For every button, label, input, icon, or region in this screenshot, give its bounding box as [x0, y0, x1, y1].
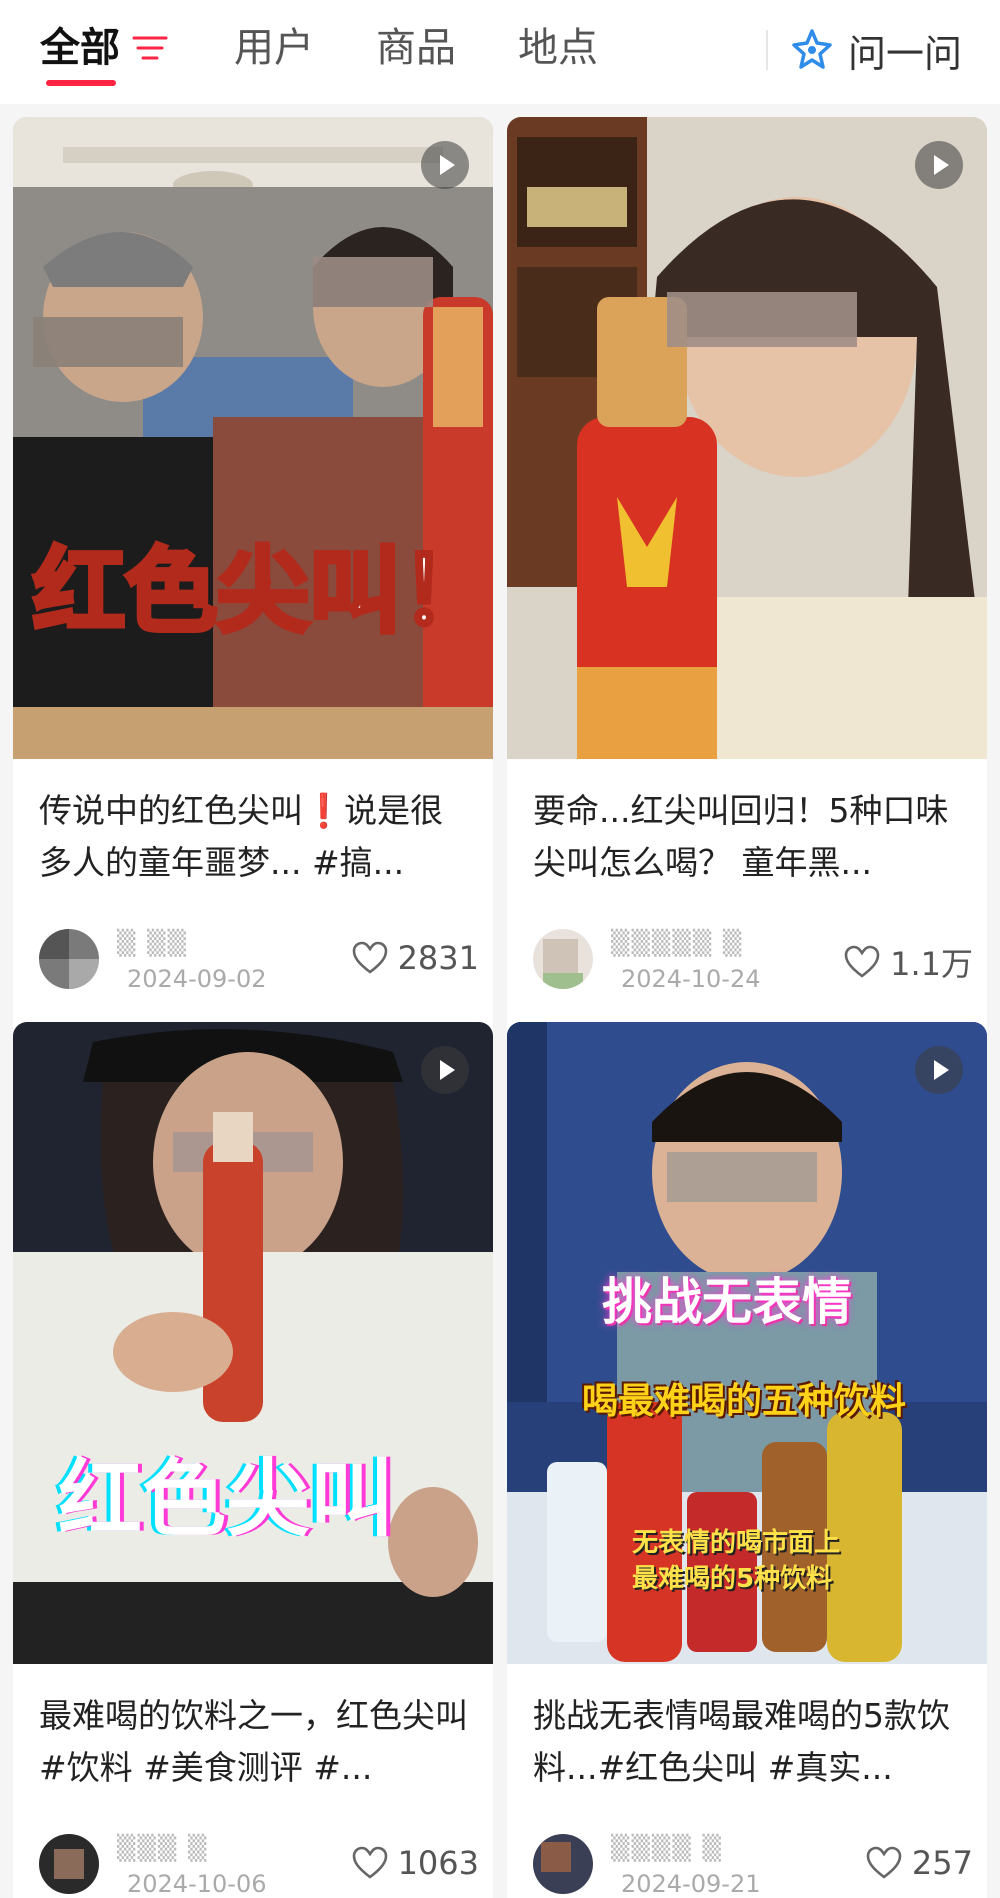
post-date: 2024-09-02: [127, 965, 267, 993]
like-count: 257: [911, 1844, 973, 1882]
thumbnail-image: [13, 1022, 493, 1664]
post-meta: ▒▒▒▒ ▒ 2024-09-21 257: [533, 1834, 973, 1898]
active-tab-indicator: [46, 80, 116, 86]
ask-label: 问一问: [848, 31, 963, 76]
author-name[interactable]: ▒▒▒▒ ▒: [611, 1834, 723, 1862]
author-name[interactable]: ▒▒▒ ▒: [117, 1834, 208, 1862]
author-avatar[interactable]: [533, 929, 593, 989]
post-card[interactable]: 红色尖叫 最难喝的饮料之一，红色尖叫 #饮料 #美食测评 #... ▒▒▒ ▒ …: [13, 1022, 493, 1898]
post-thumbnail[interactable]: 挑战无表情 喝最难喝的五种饮料 无表情的喝市面上 最难喝的5种饮料: [507, 1022, 987, 1664]
tab-users[interactable]: 用户: [234, 20, 314, 76]
post-date: 2024-09-21: [621, 1870, 761, 1898]
tab-divider: [766, 30, 768, 70]
thumbnail-overlay-subtitle: 喝最难喝的五种饮料: [582, 1381, 907, 1422]
video-play-icon: [915, 141, 963, 189]
post-card[interactable]: 红色尖叫！ 传说中的红色尖叫❗️说是很多人的童年噩梦... #搞... ▒ ▒▒…: [13, 117, 493, 1122]
author-name[interactable]: ▒▒▒▒▒ ▒: [611, 929, 743, 957]
thumbnail-overlay-text: 红色尖叫: [58, 1450, 395, 1548]
thumbnail-overlay-text: 挑战无表情: [602, 1273, 852, 1331]
search-tab-bar: 全部 用户 商品 地点 问一问: [0, 0, 1000, 104]
tab-products[interactable]: 商品: [376, 20, 456, 76]
post-meta: ▒▒▒▒▒ ▒ 2024-10-24 1.1万: [533, 929, 973, 999]
post-date: 2024-10-24: [621, 965, 761, 993]
post-meta: ▒▒▒ ▒ 2024-10-06 1063: [39, 1834, 479, 1898]
post-date: 2024-10-06: [127, 1870, 267, 1898]
thumbnail-image: [13, 117, 493, 759]
like-button[interactable]: 2831: [352, 939, 479, 977]
like-count: 1.1万: [890, 945, 973, 983]
author-avatar[interactable]: [39, 1834, 99, 1894]
thumbnail-overlay-text: 红色尖叫！: [30, 536, 493, 648]
thumbnail-overlay-caption: 最难喝的5种饮料: [632, 1564, 833, 1594]
heart-icon: [352, 1846, 387, 1879]
post-thumbnail[interactable]: 红色尖叫: [13, 1022, 493, 1664]
post-card[interactable]: 挑战无表情 喝最难喝的五种饮料 无表情的喝市面上 最难喝的5种饮料 挑战无表情喝…: [507, 1022, 987, 1898]
post-title[interactable]: 最难喝的饮料之一，红色尖叫 #饮料 #美食测评 #...: [39, 1690, 469, 1794]
post-meta: ▒ ▒▒ 2024-09-02 2831: [39, 929, 479, 999]
author-avatar[interactable]: [39, 929, 99, 989]
heart-icon: [352, 941, 387, 974]
post-thumbnail[interactable]: 红色尖叫！: [13, 117, 493, 759]
post-title[interactable]: 挑战无表情喝最难喝的5款饮料...#红色尖叫 #真实...: [533, 1690, 963, 1794]
heart-icon: [866, 1846, 902, 1879]
like-count: 1063: [397, 1844, 479, 1882]
ai-star-icon: [792, 29, 832, 69]
post-thumbnail[interactable]: [507, 117, 987, 759]
like-count: 2831: [397, 939, 479, 977]
author-name[interactable]: ▒ ▒▒: [117, 929, 188, 957]
post-title[interactable]: 传说中的红色尖叫❗️说是很多人的童年噩梦... #搞...: [39, 785, 469, 889]
video-play-icon: [915, 1046, 963, 1094]
post-title[interactable]: 要命...红尖叫回归！5种口味尖叫怎么喝？ 童年黑...: [533, 785, 963, 889]
like-button[interactable]: 257: [866, 1844, 973, 1882]
like-button[interactable]: 1.1万: [844, 939, 973, 985]
like-button[interactable]: 1063: [352, 1844, 479, 1882]
thumbnail-overlay-caption: 无表情的喝市面上: [632, 1528, 841, 1558]
filter-icon[interactable]: [132, 34, 168, 62]
heart-icon: [844, 945, 880, 978]
video-play-icon: [421, 141, 469, 189]
tab-all[interactable]: 全部: [40, 20, 120, 76]
video-play-icon: [421, 1046, 469, 1094]
tab-places[interactable]: 地点: [518, 20, 598, 76]
author-avatar[interactable]: [533, 1834, 593, 1894]
thumbnail-image: [507, 117, 987, 759]
ask-button[interactable]: 问一问: [790, 22, 962, 78]
post-card[interactable]: 要命...红尖叫回归！5种口味尖叫怎么喝？ 童年黑... ▒▒▒▒▒ ▒ 202…: [507, 117, 987, 1122]
